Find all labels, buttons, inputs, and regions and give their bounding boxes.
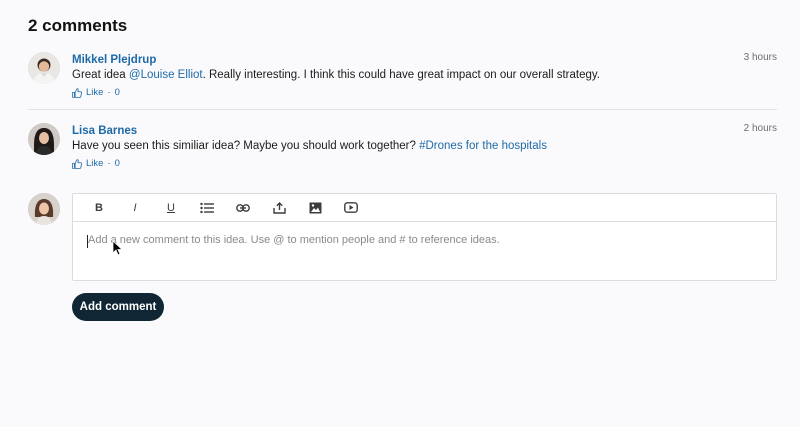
underline-button[interactable]: U <box>153 194 189 222</box>
avatar-photo-icon <box>28 123 60 155</box>
link-icon <box>236 203 250 212</box>
comments-title: 2 comments <box>28 16 128 35</box>
comment-author[interactable]: Lisa Barnes <box>72 125 137 137</box>
comment-meta: Like · 0 <box>72 87 120 98</box>
mouse-pointer-icon <box>112 240 122 256</box>
comment-input[interactable] <box>73 222 776 281</box>
video-button[interactable] <box>333 194 369 222</box>
comment-text-before: Great idea <box>72 69 129 81</box>
comment-text-after: . Really interesting. I think this could… <box>202 69 600 81</box>
like-button[interactable]: Like <box>86 87 103 98</box>
comment-timestamp: 3 hours <box>743 52 777 63</box>
comment-text-before: Have you seen this similiar idea? Maybe … <box>72 140 420 152</box>
bulleted-list-button[interactable] <box>189 194 225 222</box>
image-icon <box>309 202 321 213</box>
avatar[interactable] <box>28 123 60 155</box>
like-count: 0 <box>114 158 120 169</box>
thumbs-up-icon[interactable] <box>72 158 82 169</box>
comment-item: Lisa Barnes 2 hours Have you seen this s… <box>28 123 777 171</box>
upload-icon <box>272 201 286 214</box>
comment-timestamp: 2 hours <box>743 123 777 134</box>
editor-body <box>73 222 776 281</box>
mention-link[interactable]: @Louise Elliot <box>129 69 203 81</box>
comment-text: Have you seen this similiar idea? Maybe … <box>72 140 547 152</box>
link-button[interactable] <box>225 194 261 222</box>
meta-separator: · <box>107 87 111 98</box>
comment-item: Mikkel Plejdrup 3 hours Great idea @Loui… <box>28 52 777 100</box>
upload-button[interactable] <box>261 194 297 222</box>
comment-meta: Like · 0 <box>72 158 120 169</box>
comment-editor: B I U <box>72 193 777 281</box>
comment-text: Great idea @Louise Elliot. Really intere… <box>72 69 600 81</box>
video-icon <box>344 202 358 213</box>
add-comment-button[interactable]: Add comment <box>72 293 164 321</box>
comment-divider <box>28 109 777 110</box>
comment-author[interactable]: Mikkel Plejdrup <box>72 54 156 66</box>
thumbs-up-icon[interactable] <box>72 87 82 98</box>
editor-toolbar: B I U <box>73 194 776 222</box>
bold-button[interactable]: B <box>81 194 117 222</box>
idea-reference-link[interactable]: #Drones for the hospitals <box>419 140 547 152</box>
underline-icon: U <box>167 201 175 214</box>
text-caret <box>87 235 88 248</box>
comment-composer <box>28 193 68 225</box>
like-count: 0 <box>114 87 120 98</box>
bold-icon: B <box>95 201 103 214</box>
current-user-avatar <box>28 193 60 225</box>
bulleted-list-icon <box>200 202 214 213</box>
like-button[interactable]: Like <box>86 158 103 169</box>
avatar-photo-icon <box>28 52 60 84</box>
image-button[interactable] <box>297 194 333 222</box>
avatar-photo-icon <box>28 193 60 225</box>
meta-separator: · <box>107 158 111 169</box>
italic-button[interactable]: I <box>117 194 153 222</box>
avatar[interactable] <box>28 52 60 84</box>
italic-icon: I <box>133 201 137 214</box>
